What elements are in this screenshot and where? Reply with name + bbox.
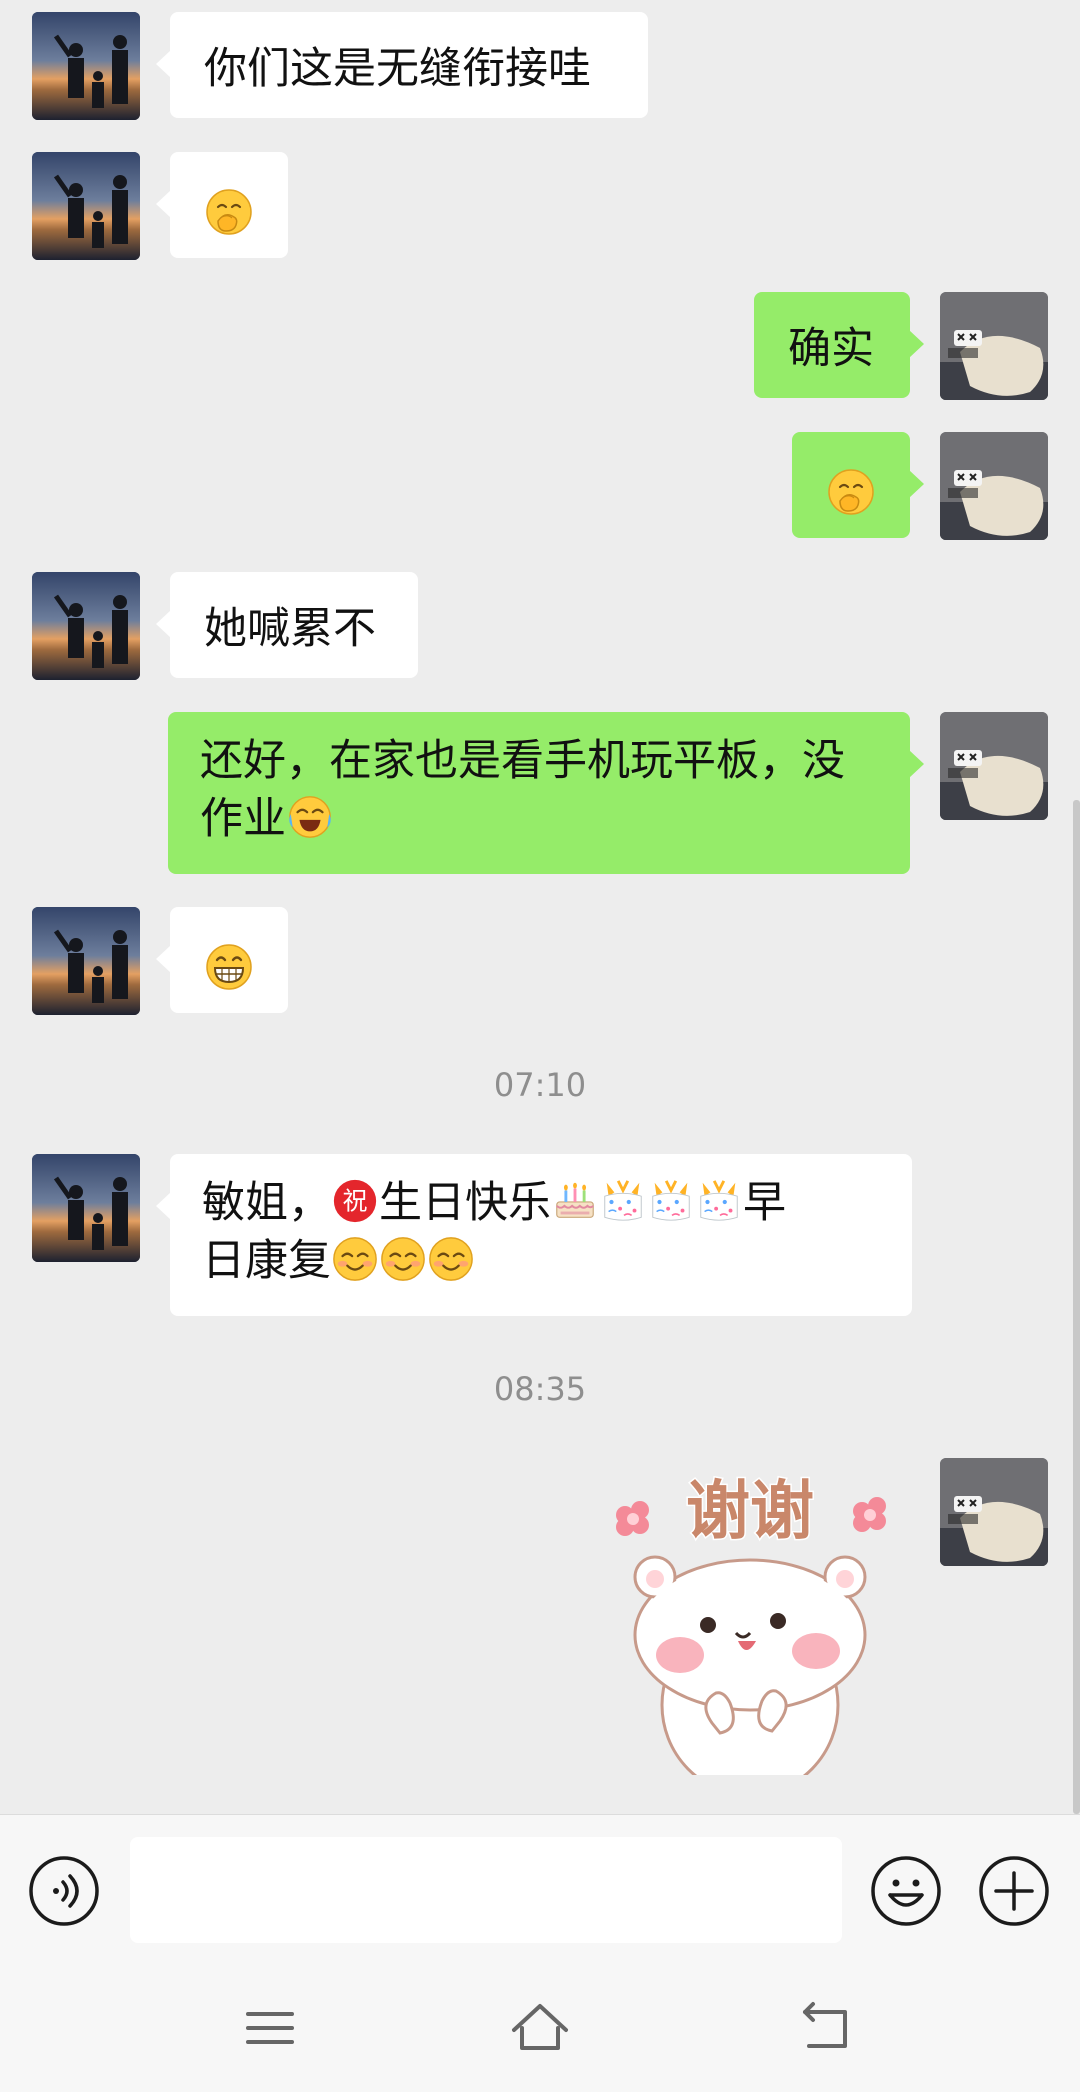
system-nav-bar (0, 1964, 1080, 2092)
message-bubble[interactable]: 敏姐， 生日快乐早 日康复 (156, 1154, 912, 1316)
my-avatar[interactable] (940, 712, 1048, 820)
message-text-line: 作业 (200, 790, 878, 848)
contact-avatar[interactable] (32, 907, 140, 1015)
message-bubble[interactable] (156, 907, 288, 1013)
smiling-face-icon (379, 1235, 427, 1283)
message-bubble[interactable]: 你们这是无缝衔接哇 (156, 12, 648, 118)
silhouette-image (32, 1154, 140, 1262)
plus-icon (979, 1856, 1049, 1926)
menu-icon (246, 2012, 294, 2044)
emoji-button[interactable] (870, 1855, 942, 1927)
message-bubble[interactable]: 确实 (754, 292, 924, 398)
silhouette-image (32, 572, 140, 680)
silhouette-image (32, 12, 140, 120)
message-text-line: 日康复 (202, 1232, 880, 1290)
flower-icon (853, 1497, 886, 1532)
voice-button[interactable] (28, 1855, 100, 1927)
message-bubble[interactable]: 她喊累不 (156, 572, 418, 678)
smiling-face-icon (331, 1235, 379, 1283)
chat-area[interactable]: 你们这是无缝衔接哇 确实 她喊累不 还好，在家也是看手机玩平板，没 作业 07:… (0, 0, 1080, 1814)
smiling-face-icon (427, 1235, 475, 1283)
my-avatar[interactable] (940, 432, 1048, 540)
scrollbar[interactable] (1073, 800, 1080, 1814)
birthday-cake-icon (551, 1177, 599, 1225)
message-text: 确实 (788, 324, 874, 374)
rolling-on-floor-laughing-icon (286, 793, 334, 841)
add-button[interactable] (978, 1855, 1050, 1927)
bear-thanks-sticker[interactable]: 谢谢 (600, 1455, 900, 1797)
contact-avatar[interactable] (32, 152, 140, 260)
emoji-icon (871, 1856, 941, 1926)
party-popper-icon (599, 1177, 647, 1225)
input-bar (0, 1814, 1080, 1965)
back-icon (803, 2002, 847, 2048)
bear-sticker-image: 谢谢 (616, 1474, 886, 1797)
contact-avatar[interactable] (32, 12, 140, 120)
silhouette-image (32, 907, 140, 1015)
plush-toy-image (940, 712, 1048, 820)
menu-button[interactable] (240, 2000, 300, 2056)
message-bubble[interactable]: 还好，在家也是看手机玩平板，没 作业 (168, 712, 924, 874)
message-text-line: 还好，在家也是看手机玩平板，没 (200, 736, 845, 786)
flower-icon (616, 1501, 649, 1536)
contact-avatar[interactable] (32, 572, 140, 680)
message-text: 你们这是无缝衔接哇 (204, 44, 591, 94)
face-with-hand-over-mouth-icon (826, 467, 876, 517)
party-popper-icon (647, 1177, 695, 1225)
voice-icon (29, 1856, 99, 1926)
silhouette-image (32, 152, 140, 260)
message-input[interactable] (130, 1837, 842, 1943)
plush-toy-image (940, 292, 1048, 400)
contact-avatar[interactable] (32, 1154, 140, 1262)
party-popper-icon (695, 1177, 743, 1225)
timestamp: 07:10 (493, 1066, 587, 1104)
back-button[interactable] (795, 2000, 855, 2056)
plush-toy-image (940, 432, 1048, 540)
sticker-caption: 谢谢 (686, 1475, 814, 1549)
my-avatar[interactable] (940, 292, 1048, 400)
plush-toy-image (940, 1458, 1048, 1566)
message-text: 她喊累不 (204, 604, 376, 654)
message-text-line: 敏姐， 生日快乐早 (202, 1177, 786, 1228)
message-bubble[interactable] (792, 432, 924, 538)
face-with-hand-over-mouth-icon (204, 187, 254, 237)
timestamp: 08:35 (493, 1370, 587, 1408)
home-icon (512, 2004, 568, 2050)
home-button[interactable] (510, 2000, 570, 2056)
my-avatar[interactable] (940, 1458, 1048, 1566)
grinning-face-icon (204, 942, 254, 992)
message-bubble[interactable] (156, 152, 288, 258)
congratulations-icon (331, 1177, 379, 1225)
